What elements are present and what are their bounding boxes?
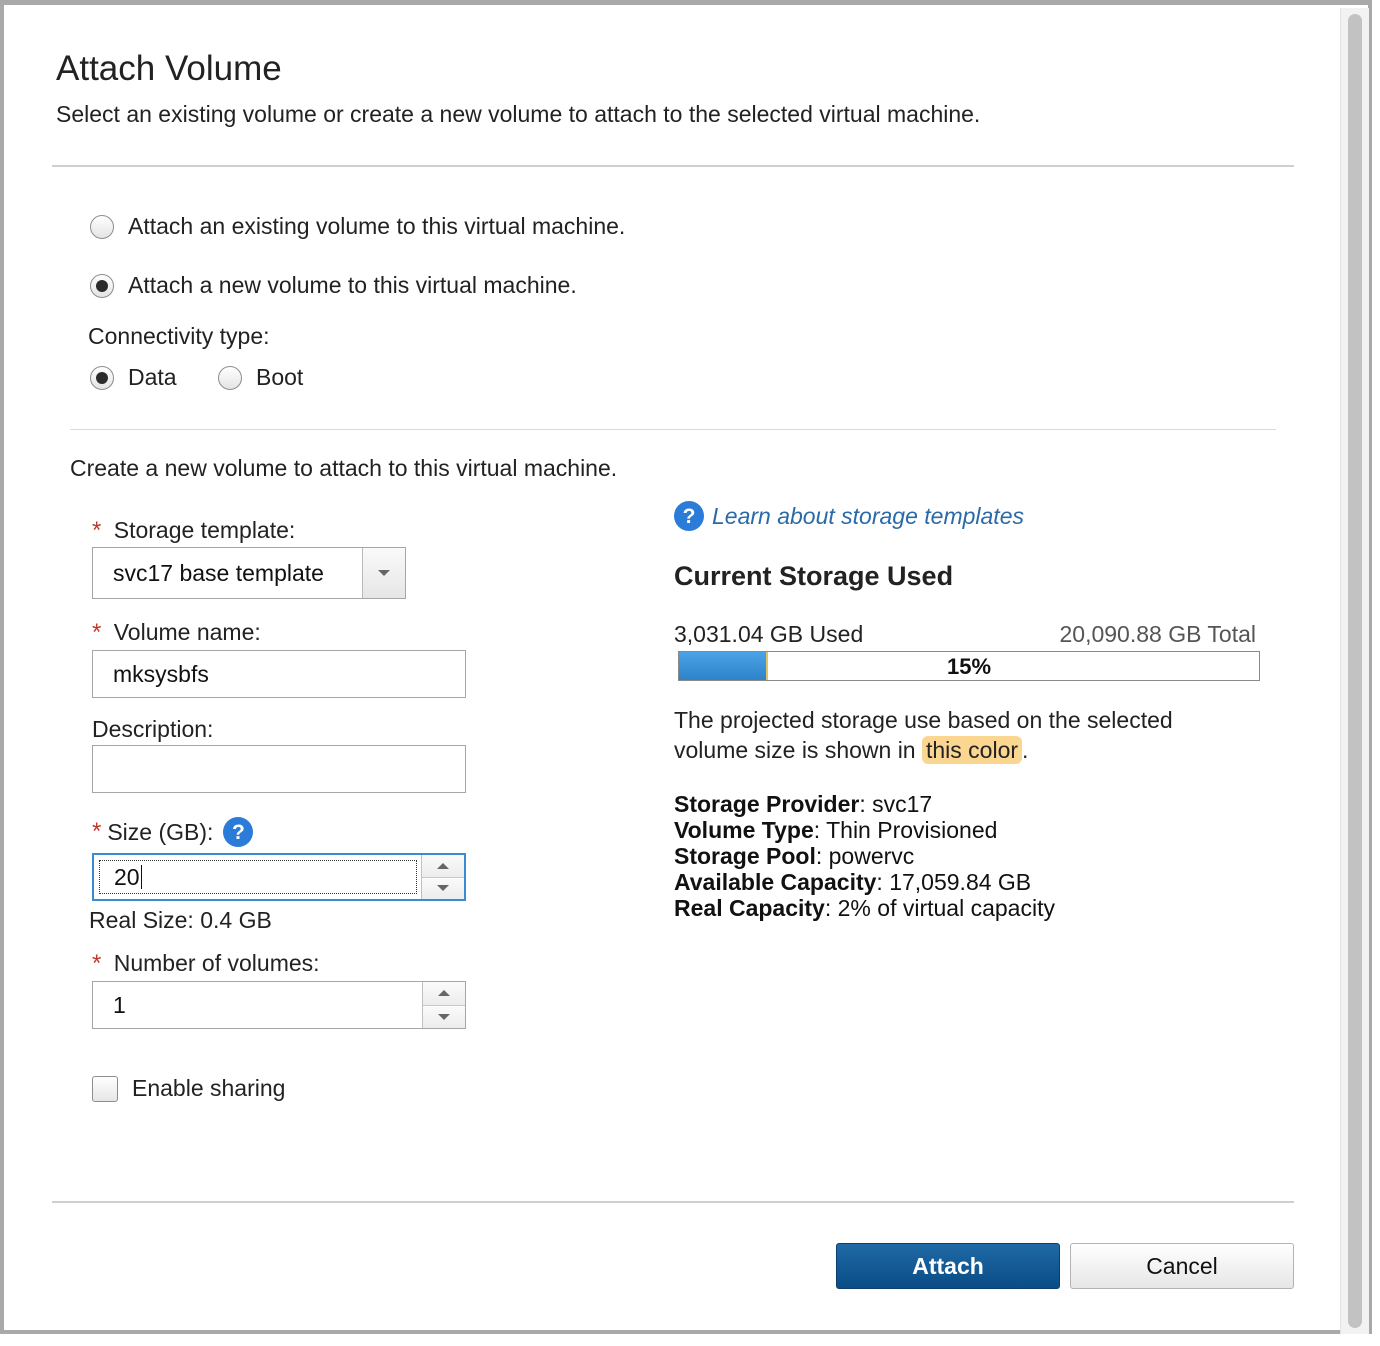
detail-volume-type: Volume Type: Thin Provisioned: [674, 817, 998, 843]
radio-attach-new[interactable]: Attach a new volume to this virtual mach…: [90, 272, 577, 299]
chevron-down-icon[interactable]: [362, 548, 405, 598]
size-label: * Size (GB): ?: [92, 817, 254, 847]
radio-attach-new-label: Attach a new volume to this virtual mach…: [128, 272, 577, 298]
connectivity-type-label: Connectivity type:: [88, 323, 270, 349]
increment-icon[interactable]: [422, 855, 464, 877]
enable-sharing-label: Enable sharing: [132, 1075, 286, 1101]
vertical-scrollbar[interactable]: [1340, 8, 1369, 1334]
storage-template-select[interactable]: svc17 base template: [92, 547, 406, 599]
divider-top: [52, 165, 1294, 167]
storage-template-value: svc17 base template: [113, 559, 324, 586]
help-icon[interactable]: ?: [223, 817, 254, 847]
enable-sharing-checkbox[interactable]: Enable sharing: [92, 1075, 285, 1102]
volume-name-label: * Volume name:: [92, 619, 261, 646]
required-mark: *: [92, 619, 102, 646]
section-title: Create a new volume to attach to this vi…: [70, 455, 618, 481]
number-of-volumes-label: * Number of volumes:: [92, 950, 320, 977]
checkbox-unchecked-icon[interactable]: [92, 1075, 118, 1102]
projected-storage-text: The projected storage use based on the s…: [674, 705, 1234, 765]
storage-template-label: * Storage template:: [92, 517, 296, 544]
focus-ring: [96, 857, 420, 897]
divider-bottom: [52, 1201, 1294, 1203]
help-icon: ?: [674, 501, 704, 531]
required-mark: *: [92, 517, 102, 544]
number-of-volumes-stepper[interactable]: [422, 982, 465, 1028]
real-size-text: Real Size: 0.4 GB: [89, 907, 272, 933]
attach-button[interactable]: Attach: [836, 1243, 1060, 1289]
number-of-volumes-value: 1: [113, 991, 126, 1018]
storage-progress-bar: 15%: [678, 651, 1260, 681]
radio-attach-existing[interactable]: Attach an existing volume to this virtua…: [90, 213, 625, 240]
increment-icon[interactable]: [423, 982, 465, 1005]
attach-volume-dialog: Attach Volume Select an existing volume …: [0, 0, 1372, 1334]
required-mark: *: [92, 818, 102, 845]
number-of-volumes-input[interactable]: 1: [92, 981, 466, 1029]
size-input[interactable]: 20: [92, 853, 466, 901]
decrement-icon[interactable]: [423, 1004, 465, 1028]
storage-used-text: 3,031.04 GB Used: [674, 621, 864, 647]
scrollbar-thumb[interactable]: [1348, 14, 1362, 1328]
progress-percent: 15%: [946, 654, 992, 679]
detail-storage-provider: Storage Provider: svc17: [674, 791, 933, 817]
detail-available-capacity: Available Capacity: 17,059.84 GB: [674, 869, 1032, 895]
radio-unchecked-icon: [90, 214, 114, 239]
volume-name-input[interactable]: mksysbfs: [92, 650, 466, 698]
divider-middle: [70, 429, 1276, 430]
detail-real-capacity: Real Capacity: 2% of virtual capacity: [674, 895, 1055, 921]
size-stepper[interactable]: [421, 855, 464, 899]
storage-total-text: 20,090.88 GB Total: [1059, 621, 1257, 647]
learn-link-text[interactable]: Learn about storage templates: [712, 503, 1024, 530]
radio-unchecked-icon: [218, 365, 242, 390]
storage-details: Storage Provider: svc17 Volume Type: Thi…: [674, 791, 1294, 921]
current-storage-heading: Current Storage Used: [674, 561, 954, 591]
cancel-button[interactable]: Cancel: [1070, 1243, 1294, 1289]
volume-name-value: mksysbfs: [113, 660, 209, 687]
learn-storage-templates-link[interactable]: ? Learn about storage templates: [674, 501, 1024, 531]
required-mark: *: [92, 950, 102, 977]
radio-connectivity-data-label: Data: [128, 364, 177, 390]
dialog-title: Attach Volume: [56, 49, 282, 88]
decrement-icon[interactable]: [422, 876, 464, 899]
dialog-subtitle: Select an existing volume or create a ne…: [56, 101, 981, 127]
radio-attach-existing-label: Attach an existing volume to this virtua…: [128, 213, 626, 239]
radio-connectivity-data[interactable]: Data: [90, 364, 177, 391]
description-input[interactable]: [92, 745, 466, 793]
detail-storage-pool: Storage Pool: powervc: [674, 843, 915, 869]
radio-connectivity-boot-label: Boot: [256, 364, 304, 390]
description-label: Description:: [92, 716, 214, 742]
projected-color-swatch: this color: [922, 736, 1023, 764]
radio-checked-icon: [90, 365, 114, 390]
radio-checked-icon: [90, 273, 114, 298]
radio-connectivity-boot[interactable]: Boot: [218, 364, 303, 391]
projected-end: .: [1022, 737, 1029, 763]
